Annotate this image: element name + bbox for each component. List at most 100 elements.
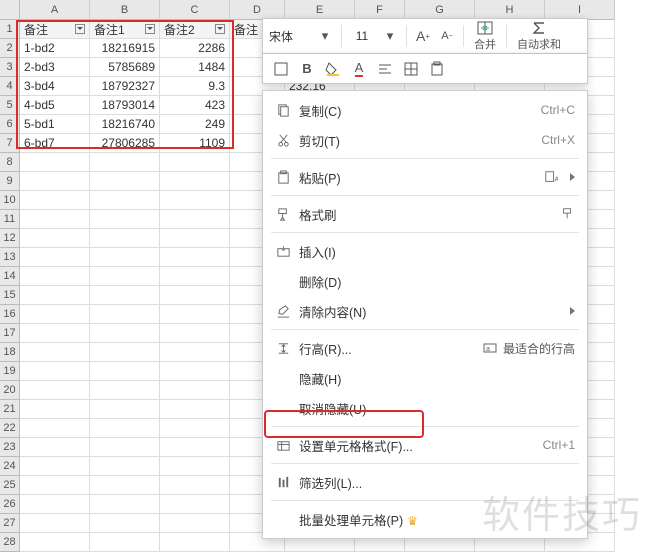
cell[interactable] xyxy=(20,305,90,324)
row-header[interactable]: 23 xyxy=(0,438,20,457)
menu-filter-column[interactable]: 筛选列(L)... xyxy=(263,467,587,497)
row-header[interactable]: 5 xyxy=(0,96,20,115)
cell[interactable]: 1109 xyxy=(160,134,230,153)
cell[interactable] xyxy=(90,476,160,495)
cell[interactable] xyxy=(90,172,160,191)
border-icon[interactable] xyxy=(271,59,291,79)
cell[interactable]: 5-bd1 xyxy=(20,115,90,134)
cell[interactable] xyxy=(20,229,90,248)
cell[interactable] xyxy=(20,153,90,172)
row-header[interactable]: 17 xyxy=(0,324,20,343)
dropdown-icon[interactable]: ▾ xyxy=(315,26,335,46)
cell[interactable]: 1484 xyxy=(160,58,230,77)
cell[interactable] xyxy=(90,267,160,286)
col-header[interactable]: C xyxy=(160,0,230,20)
cell[interactable] xyxy=(160,248,230,267)
col-header[interactable]: F xyxy=(355,0,405,20)
cell[interactable] xyxy=(160,362,230,381)
cell[interactable] xyxy=(90,514,160,533)
cell[interactable] xyxy=(20,495,90,514)
cell[interactable]: 2-bd3 xyxy=(20,58,90,77)
paste-icon[interactable] xyxy=(427,59,447,79)
cell[interactable]: 备注 xyxy=(20,20,90,39)
row-header[interactable]: 2 xyxy=(0,39,20,58)
cell[interactable] xyxy=(90,153,160,172)
menu-format-painter[interactable]: 格式刷 xyxy=(263,199,587,229)
cell[interactable] xyxy=(20,457,90,476)
cell[interactable] xyxy=(20,381,90,400)
cell[interactable] xyxy=(90,419,160,438)
row-header[interactable]: 1 xyxy=(0,20,20,39)
row-header[interactable]: 14 xyxy=(0,267,20,286)
cell[interactable]: 18793014 xyxy=(90,96,160,115)
cell[interactable] xyxy=(20,438,90,457)
cell[interactable] xyxy=(160,153,230,172)
col-header[interactable]: B xyxy=(90,0,160,20)
row-header[interactable]: 7 xyxy=(0,134,20,153)
row-header[interactable]: 6 xyxy=(0,115,20,134)
cell[interactable] xyxy=(90,533,160,552)
cell[interactable]: 3-bd4 xyxy=(20,77,90,96)
row-header[interactable]: 21 xyxy=(0,400,20,419)
cell[interactable] xyxy=(160,514,230,533)
row-header[interactable]: 11 xyxy=(0,210,20,229)
col-header[interactable]: A xyxy=(20,0,90,20)
cell[interactable] xyxy=(20,476,90,495)
cell[interactable] xyxy=(20,343,90,362)
col-header[interactable]: I xyxy=(545,0,615,20)
bestfit-label[interactable]: 最适合的行高 xyxy=(503,340,575,357)
fill-color-icon[interactable] xyxy=(323,59,343,79)
col-header[interactable]: E xyxy=(285,0,355,20)
cell[interactable]: 9.3 xyxy=(160,77,230,96)
col-header[interactable]: G xyxy=(405,0,475,20)
cell[interactable]: 4-bd5 xyxy=(20,96,90,115)
cell[interactable] xyxy=(160,229,230,248)
paste-special-icon[interactable]: A xyxy=(544,170,558,184)
row-header[interactable]: 27 xyxy=(0,514,20,533)
cell[interactable]: 5785689 xyxy=(90,58,160,77)
cell[interactable] xyxy=(160,267,230,286)
cell[interactable] xyxy=(90,305,160,324)
cell[interactable] xyxy=(90,438,160,457)
cell[interactable] xyxy=(160,305,230,324)
col-header[interactable]: H xyxy=(475,0,545,20)
row-header[interactable]: 28 xyxy=(0,533,20,552)
cell[interactable] xyxy=(20,191,90,210)
cell[interactable]: 备注2 xyxy=(160,20,230,39)
cell[interactable] xyxy=(90,495,160,514)
row-header[interactable]: 20 xyxy=(0,381,20,400)
dropdown-icon[interactable]: ▾ xyxy=(380,26,400,46)
cell[interactable] xyxy=(90,191,160,210)
cell[interactable] xyxy=(20,419,90,438)
row-header[interactable]: 25 xyxy=(0,476,20,495)
cell[interactable] xyxy=(20,324,90,343)
menu-unhide[interactable]: 取消隐藏(U) xyxy=(263,393,587,423)
row-header[interactable]: 8 xyxy=(0,153,20,172)
menu-cut[interactable]: 剪切(T) Ctrl+X xyxy=(263,125,587,155)
cell[interactable] xyxy=(160,476,230,495)
row-header[interactable]: 13 xyxy=(0,248,20,267)
row-header[interactable]: 19 xyxy=(0,362,20,381)
cell[interactable]: 18216740 xyxy=(90,115,160,134)
cell[interactable] xyxy=(160,419,230,438)
cell[interactable] xyxy=(160,210,230,229)
cell[interactable]: 27806285 xyxy=(90,134,160,153)
cell[interactable] xyxy=(20,248,90,267)
cell[interactable] xyxy=(20,362,90,381)
cell[interactable] xyxy=(20,533,90,552)
row-header[interactable]: 22 xyxy=(0,419,20,438)
cell[interactable] xyxy=(90,286,160,305)
cell[interactable] xyxy=(20,172,90,191)
cell[interactable] xyxy=(90,229,160,248)
cell[interactable]: 2286 xyxy=(160,39,230,58)
font-family-select[interactable] xyxy=(269,25,311,47)
cell[interactable] xyxy=(90,457,160,476)
menu-copy[interactable]: 复制(C) Ctrl+C xyxy=(263,95,587,125)
cell[interactable] xyxy=(160,286,230,305)
cell[interactable] xyxy=(160,172,230,191)
cell[interactable] xyxy=(160,400,230,419)
row-header[interactable]: 10 xyxy=(0,191,20,210)
cell[interactable] xyxy=(160,495,230,514)
row-header[interactable]: 9 xyxy=(0,172,20,191)
row-header[interactable]: 15 xyxy=(0,286,20,305)
